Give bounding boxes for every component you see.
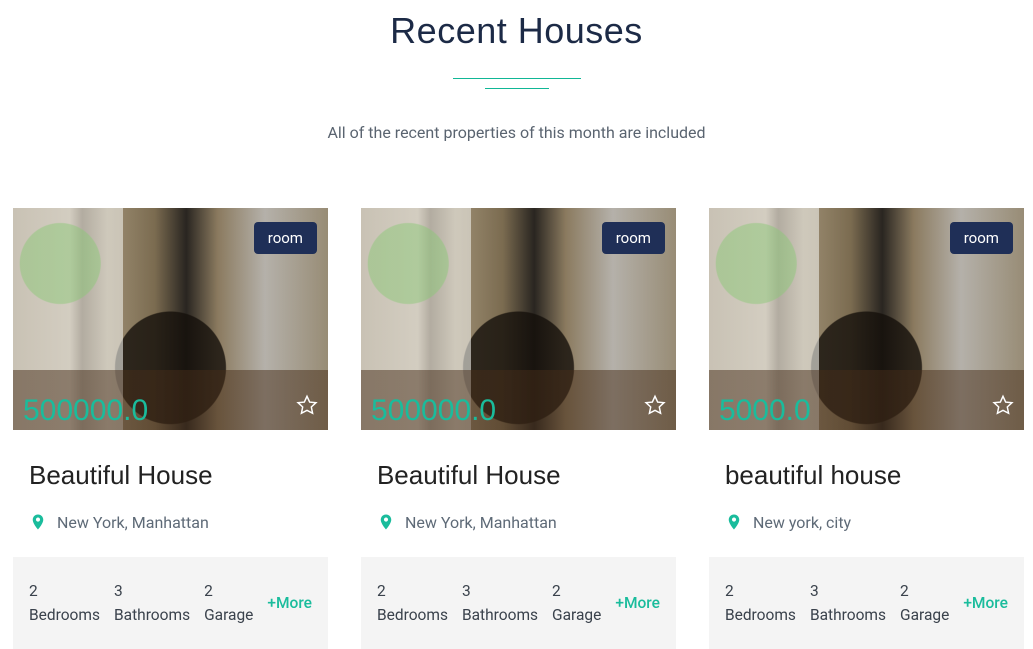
stat-label: Bathrooms	[114, 603, 190, 627]
stat-value: 3	[462, 579, 538, 603]
stat-label: Bedrooms	[725, 603, 796, 627]
listing-price: 5000.0	[719, 394, 811, 428]
section-divider	[453, 78, 581, 79]
listing-card[interactable]: room 5000.0 beautiful house New york, ci…	[709, 208, 1024, 649]
location-pin-icon	[29, 511, 47, 533]
stat-value: 2	[552, 579, 601, 603]
location-pin-icon	[725, 511, 743, 533]
section-header: Recent Houses All of the recent properti…	[0, 0, 1033, 142]
stat-garage: 2 Garage	[204, 579, 253, 627]
listing-image: room 500000.0	[361, 208, 676, 430]
star-icon[interactable]	[296, 394, 318, 416]
stat-value: 3	[114, 579, 190, 603]
stat-value: 2	[29, 579, 100, 603]
listing-body: Beautiful House New York, Manhattan	[13, 430, 328, 557]
listing-location: New York, Manhattan	[29, 511, 312, 533]
listing-location-text: New York, Manhattan	[57, 513, 209, 532]
location-pin-icon	[377, 511, 395, 533]
stat-label: Garage	[552, 603, 601, 627]
listing-price: 500000.0	[371, 394, 496, 428]
stat-bedrooms: 2 Bedrooms	[725, 579, 796, 627]
stat-label: Bathrooms	[462, 603, 538, 627]
stat-value: 2	[377, 579, 448, 603]
listing-title[interactable]: Beautiful House	[377, 460, 660, 491]
listing-footer: 2 Bedrooms 3 Bathrooms 2 Garage +More	[361, 557, 676, 649]
listing-location: New york, city	[725, 511, 1008, 533]
listing-image: room 5000.0	[709, 208, 1024, 430]
stat-label: Garage	[900, 603, 949, 627]
listing-badge: room	[950, 222, 1013, 254]
stat-bedrooms: 2 Bedrooms	[377, 579, 448, 627]
listing-footer: 2 Bedrooms 3 Bathrooms 2 Garage +More	[709, 557, 1024, 649]
listing-body: beautiful house New york, city	[709, 430, 1024, 557]
listing-cards: room 500000.0 Beautiful House New York, …	[0, 142, 1033, 649]
stat-bathrooms: 3 Bathrooms	[810, 579, 886, 627]
stat-label: Bedrooms	[377, 603, 448, 627]
listing-card[interactable]: room 500000.0 Beautiful House New York, …	[13, 208, 328, 649]
stat-value: 2	[204, 579, 253, 603]
listing-badge: room	[254, 222, 317, 254]
stat-value: 2	[900, 579, 949, 603]
star-icon[interactable]	[644, 394, 666, 416]
listing-location-text: New york, city	[753, 513, 851, 532]
listing-card[interactable]: room 500000.0 Beautiful House New York, …	[361, 208, 676, 649]
more-link[interactable]: +More	[267, 594, 312, 612]
stat-label: Bedrooms	[29, 603, 100, 627]
stat-garage: 2 Garage	[552, 579, 601, 627]
stat-label: Bathrooms	[810, 603, 886, 627]
listing-body: Beautiful House New York, Manhattan	[361, 430, 676, 557]
listing-price: 500000.0	[23, 394, 148, 428]
listing-badge: room	[602, 222, 665, 254]
stat-garage: 2 Garage	[900, 579, 949, 627]
star-icon[interactable]	[992, 394, 1014, 416]
listing-location: New York, Manhattan	[377, 511, 660, 533]
stat-label: Garage	[204, 603, 253, 627]
listing-title[interactable]: beautiful house	[725, 460, 1008, 491]
more-link[interactable]: +More	[615, 594, 660, 612]
stat-value: 2	[725, 579, 796, 603]
listing-title[interactable]: Beautiful House	[29, 460, 312, 491]
stat-bathrooms: 3 Bathrooms	[114, 579, 190, 627]
stat-bedrooms: 2 Bedrooms	[29, 579, 100, 627]
section-title: Recent Houses	[0, 10, 1033, 52]
listing-location-text: New York, Manhattan	[405, 513, 557, 532]
listing-footer: 2 Bedrooms 3 Bathrooms 2 Garage +More	[13, 557, 328, 649]
stat-value: 3	[810, 579, 886, 603]
more-link[interactable]: +More	[963, 594, 1008, 612]
listing-image: room 500000.0	[13, 208, 328, 430]
section-subtitle: All of the recent properties of this mon…	[0, 123, 1033, 142]
stat-bathrooms: 3 Bathrooms	[462, 579, 538, 627]
